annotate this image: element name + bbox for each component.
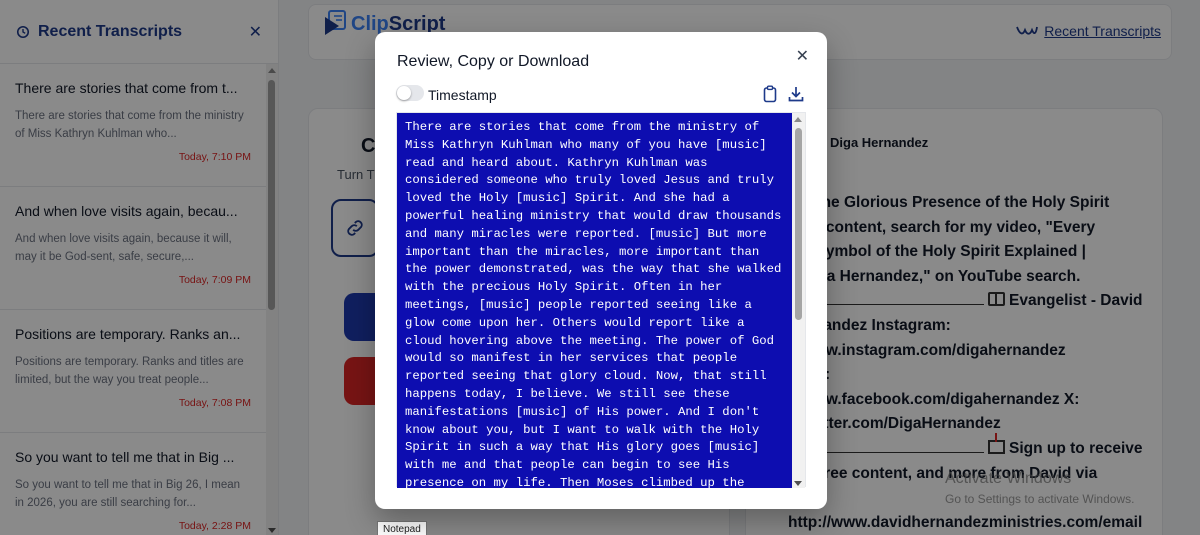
modal-close-icon[interactable]: ✕	[796, 46, 809, 66]
scroll-down-icon[interactable]	[794, 481, 802, 486]
review-modal: Review, Copy or Download ✕ Timestamp The…	[375, 32, 827, 509]
modal-title: Review, Copy or Download	[397, 53, 590, 70]
scroll-up-icon[interactable]	[794, 117, 802, 122]
download-icon[interactable]	[787, 85, 805, 103]
clipboard-icon[interactable]	[761, 85, 779, 103]
toggle-knob	[397, 86, 411, 100]
timestamp-label: Timestamp	[428, 87, 497, 103]
timestamp-toggle[interactable]	[396, 85, 424, 101]
transcript-selection: There are stories that come from the min…	[397, 113, 792, 488]
transcript-scrollbar[interactable]	[792, 113, 805, 488]
transcript-text: There are stories that come from the min…	[405, 120, 782, 488]
transcript-textarea[interactable]: There are stories that come from the min…	[396, 112, 806, 488]
taskbar-tooltip: Notepad	[377, 521, 427, 535]
transcript-scroll-thumb[interactable]	[795, 128, 802, 320]
